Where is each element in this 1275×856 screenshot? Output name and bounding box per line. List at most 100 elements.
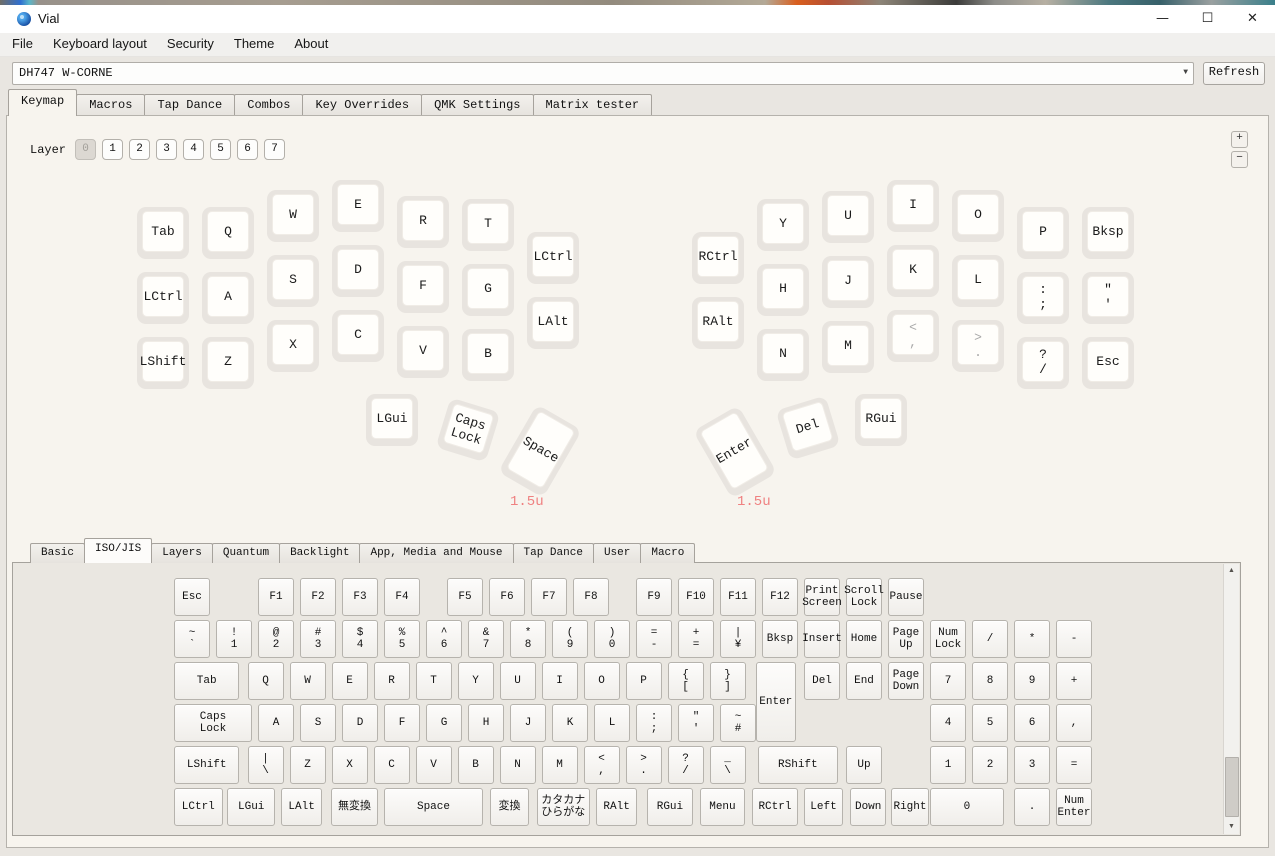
picker-key-down[interactable]: Down [850,788,886,826]
picker-scrollbar[interactable]: ▲ ▼ [1223,564,1239,834]
picker-key-enter[interactable]: Enter [756,662,796,742]
picker-key-symbol[interactable]: . [1014,788,1050,826]
key-symbol[interactable]: : ; [1017,272,1069,324]
key-symbol[interactable]: > . [952,320,1004,372]
picker-key-6[interactable]: ^ 6 [426,620,462,658]
picker-key-q[interactable]: Q [248,662,284,700]
picker-key-f5[interactable]: F5 [447,578,483,616]
picker-key-9[interactable]: 9 [1014,662,1050,700]
picker-key-page-down[interactable]: Page Down [888,662,924,700]
close-button[interactable]: ✕ [1230,5,1275,33]
layer-button-4[interactable]: 4 [183,139,204,160]
picker-key-x[interactable]: X [332,746,368,784]
picker-key-7[interactable]: & 7 [468,620,504,658]
picker-key-w[interactable]: W [290,662,326,700]
tab-tap-dance[interactable]: Tap Dance [144,94,235,116]
picker-key-symbol[interactable]: ~ # [720,704,756,742]
zoom-out-button[interactable]: − [1231,151,1248,168]
key-r[interactable]: R [397,196,449,248]
key-rgui[interactable]: RGui [855,394,907,446]
tab-key-overrides[interactable]: Key Overrides [302,94,422,116]
picker-key-h[interactable]: H [468,704,504,742]
picker-key-f3[interactable]: F3 [342,578,378,616]
menu-item-security[interactable]: Security [157,33,224,56]
layer-button-7[interactable]: 7 [264,139,285,160]
picker-key-symbol[interactable]: - [1056,620,1092,658]
picker-key-a[interactable]: A [258,704,294,742]
picker-key-g[interactable]: G [426,704,462,742]
picker-key-end[interactable]: End [846,662,882,700]
picker-key-symbol[interactable]: + [1056,662,1092,700]
minimize-button[interactable]: — [1140,5,1185,33]
picker-key-c[interactable]: C [374,746,410,784]
menu-item-about[interactable]: About [284,33,338,56]
key-symbol[interactable]: ″ ' [1082,272,1134,324]
picker-key-f6[interactable]: F6 [489,578,525,616]
picker-key-0[interactable]: 0 [930,788,1004,826]
picker-key-i[interactable]: I [542,662,578,700]
picker-key-symbol[interactable]: | ¥ [720,620,756,658]
picker-key-f4[interactable]: F4 [384,578,420,616]
picker-key-f10[interactable]: F10 [678,578,714,616]
picker-key-insert[interactable]: Insert [804,620,840,658]
picker-key-symbol[interactable]: ? / [668,746,704,784]
key-j[interactable]: J [822,256,874,308]
layer-button-1[interactable]: 1 [102,139,123,160]
key-d[interactable]: D [332,245,384,297]
picker-key-bksp[interactable]: Bksp [762,620,798,658]
picker-key-symbol[interactable]: = - [636,620,672,658]
picker-key-symbol[interactable]: , [1056,704,1092,742]
picker-key-0[interactable]: ) 0 [594,620,630,658]
picker-key-left[interactable]: Left [804,788,843,826]
picker-key-del[interactable]: Del [804,662,840,700]
picker-key-symbol[interactable]: : ; [636,704,672,742]
key-lalt[interactable]: LAlt [527,297,579,349]
picker-key-lctrl[interactable]: LCtrl [174,788,223,826]
key-symbol[interactable]: ? / [1017,337,1069,389]
picker-key-symbol[interactable]: カタカナ ひらがな [537,788,590,826]
picker-key-ralt[interactable]: RAlt [596,788,637,826]
picker-key-3[interactable]: 3 [1014,746,1050,784]
tab-qmk-settings[interactable]: QMK Settings [421,94,533,116]
picker-key-symbol[interactable]: } ] [710,662,746,700]
picker-tab-tap-dance[interactable]: Tap Dance [513,543,594,563]
key-ralt[interactable]: RAlt [692,297,744,349]
key-u[interactable]: U [822,191,874,243]
picker-key-9[interactable]: ( 9 [552,620,588,658]
key-symbol[interactable]: < , [887,310,939,362]
key-i[interactable]: I [887,180,939,232]
picker-key-rgui[interactable]: RGui [647,788,693,826]
picker-key-m[interactable]: M [542,746,578,784]
picker-key-j[interactable]: J [510,704,546,742]
layer-button-2[interactable]: 2 [129,139,150,160]
picker-key-symbol[interactable]: > . [626,746,662,784]
picker-key-lshift[interactable]: LShift [174,746,239,784]
picker-key-f7[interactable]: F7 [531,578,567,616]
key-lgui[interactable]: LGui [366,394,418,446]
picker-key-symbol[interactable]: ″ ' [678,704,714,742]
picker-tab-app-media-and-mouse[interactable]: App, Media and Mouse [359,543,513,563]
picker-key-2[interactable]: @ 2 [258,620,294,658]
key-lshift[interactable]: LShift [137,337,189,389]
tab-keymap[interactable]: Keymap [8,89,77,116]
picker-key-print-screen[interactable]: Print Screen [804,578,840,616]
picker-key-6[interactable]: 6 [1014,704,1050,742]
picker-key-rctrl[interactable]: RCtrl [752,788,798,826]
picker-key-4[interactable]: $ 4 [342,620,378,658]
key-w[interactable]: W [267,190,319,242]
key-tab[interactable]: Tab [137,207,189,259]
picker-key-7[interactable]: 7 [930,662,966,700]
key-z[interactable]: Z [202,337,254,389]
picker-key-4[interactable]: 4 [930,704,966,742]
key-lctrl[interactable]: LCtrl [527,232,579,284]
zoom-in-button[interactable]: + [1231,131,1248,148]
picker-key-up[interactable]: Up [846,746,882,784]
picker-key-e[interactable]: E [332,662,368,700]
key-b[interactable]: B [462,329,514,381]
key-bksp[interactable]: Bksp [1082,207,1134,259]
picker-key-num-enter[interactable]: Num Enter [1056,788,1092,826]
picker-key-tab[interactable]: Tab [174,662,239,700]
tab-matrix-tester[interactable]: Matrix tester [533,94,653,116]
key-c[interactable]: C [332,310,384,362]
key-m[interactable]: M [822,321,874,373]
